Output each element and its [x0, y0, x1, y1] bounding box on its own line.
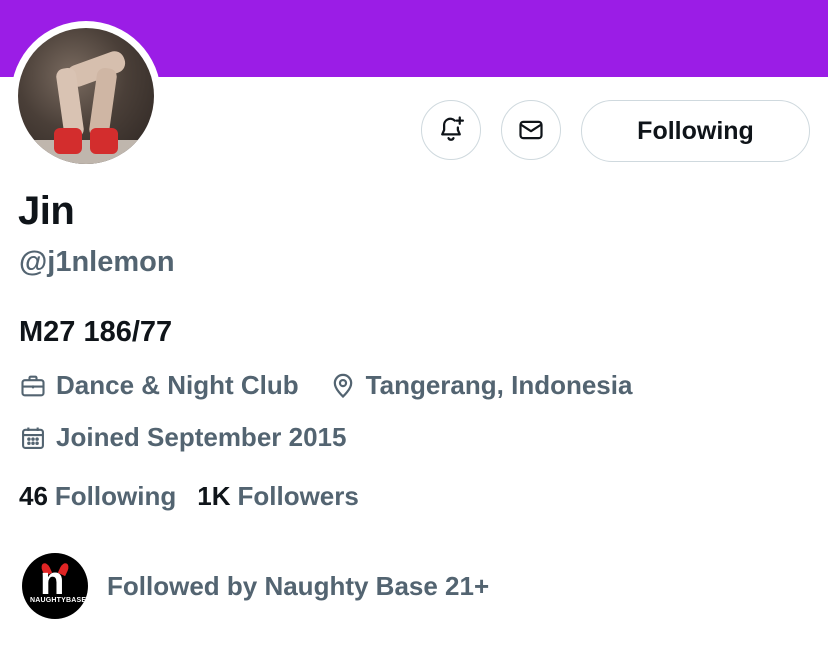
envelope-icon — [519, 120, 543, 140]
notifications-button[interactable] — [421, 100, 481, 160]
followers-count: 1K — [197, 481, 231, 511]
profile-joined: Joined September 2015 — [56, 422, 347, 452]
profile-handle: @j1nlemon — [19, 246, 175, 278]
following-button[interactable]: Following — [581, 100, 810, 162]
follower-avatar[interactable]: n NAUGHTYBASE — [22, 553, 88, 619]
profile-stats: 46 Following 1K Followers — [19, 481, 359, 512]
following-count: 46 — [19, 481, 48, 511]
followers-label: Followers — [237, 481, 359, 511]
avatar-logo-letter: n — [40, 559, 65, 603]
avatar-shoe — [54, 128, 82, 154]
follower-avatar-wordmark: NAUGHTYBASE — [30, 597, 87, 604]
message-button[interactable] — [501, 100, 561, 160]
followed-by-text[interactable]: Followed by Naughty Base 21+ — [107, 571, 489, 602]
profile-joined-row: Joined September 2015 — [19, 422, 346, 453]
profile-category[interactable]: Dance & Night Club — [56, 370, 299, 401]
avatar-photo — [18, 28, 154, 164]
calendar-icon — [19, 424, 47, 452]
following-label: Following — [54, 481, 177, 511]
briefcase-icon — [19, 372, 47, 400]
profile-bio: M27 186/77 — [19, 316, 173, 348]
bell-plus-icon — [441, 116, 464, 141]
profile-avatar[interactable] — [11, 21, 161, 171]
avatar-floor — [18, 140, 154, 164]
following-link[interactable]: 46 Following — [19, 481, 176, 512]
avatar-shoe — [90, 128, 118, 154]
profile-location: Tangerang, Indonesia — [365, 370, 633, 400]
profile-meta-row: Dance & Night Club Tangerang, Indonesia — [19, 370, 632, 401]
followers-link[interactable]: 1K Followers — [197, 481, 359, 512]
followed-by-row[interactable]: n NAUGHTYBASE Followed by Naughty Base 2… — [22, 553, 489, 619]
profile-name: Jin — [18, 189, 75, 233]
location-pin-icon — [329, 372, 357, 400]
